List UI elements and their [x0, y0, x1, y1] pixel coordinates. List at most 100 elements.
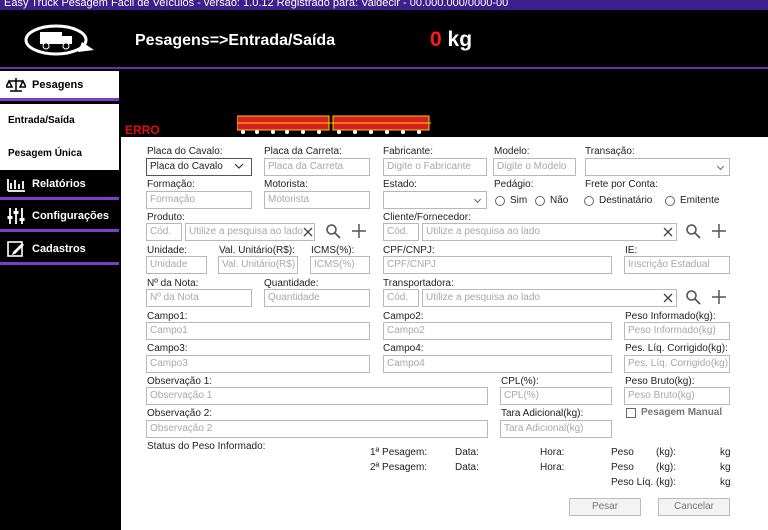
search-icon[interactable] — [685, 223, 701, 239]
sidebar-item-entrada-saida[interactable]: Entrada/Saída — [0, 104, 119, 137]
fabricante-input[interactable]: Digite o Fabricante — [383, 158, 487, 176]
sidebar-item-relatorios[interactable]: Relatórios — [0, 170, 119, 200]
pes-liq-corrigido-input[interactable]: Pes. Líq. Corrigido(kg) — [624, 355, 730, 373]
pesagem1-hora-label: Hora: — [540, 447, 565, 458]
placa-carreta-input[interactable]: Placa da Carreta — [264, 158, 370, 176]
tara-adicional-label: Tara Adicional(kg): — [501, 408, 584, 419]
formacao-input[interactable]: Formação — [146, 191, 252, 209]
campo4-label: Campo4: — [383, 343, 424, 354]
clear-icon[interactable] — [660, 290, 676, 306]
frete-emitente-radio[interactable] — [665, 196, 675, 206]
scale-visual: ERRO — [121, 71, 768, 137]
pesagem1-label: 1ª Pesagem: — [370, 447, 428, 458]
placa-cavalo-label: Placa do Cavalo: — [147, 146, 223, 157]
transportadora-cod-input[interactable]: Cód. — [383, 289, 419, 307]
nota-label: Nº da Nota: — [147, 278, 199, 289]
pesagem-manual-label: Pesagem Manual — [641, 407, 723, 418]
ie-input[interactable]: Inscrição Estadual — [624, 256, 730, 274]
pesagem1-peso-label: Peso — [611, 447, 634, 458]
produto-label: Produto: — [147, 212, 185, 223]
peso-informado-input[interactable]: Peso Informado(kg) — [624, 322, 730, 340]
peso-informado-label: Peso Informado(kg): — [625, 311, 716, 322]
edit-icon — [7, 240, 24, 257]
page-title: Pesagens=>Entrada/Saída — [135, 32, 336, 49]
transportadora-search-input[interactable]: Utilize a pesquisa ao lado — [422, 289, 677, 307]
frete-destinatario-radio[interactable] — [584, 196, 594, 206]
sidebar-item-cadastros[interactable]: Cadastros — [0, 235, 119, 265]
pesagem2-kg-label: (kg): — [656, 462, 676, 473]
add-icon[interactable] — [711, 289, 727, 305]
pes-liq-corrigido-label: Pes. Líq. Corrigido(kg): — [625, 343, 728, 354]
pedagio-nao-radio[interactable] — [535, 196, 545, 206]
clear-icon[interactable] — [300, 224, 316, 240]
modelo-label: Modelo: — [494, 146, 530, 157]
cpl-input[interactable]: CPL(%) — [500, 387, 612, 405]
cliente-cod-input[interactable]: Cód. — [383, 223, 419, 241]
motorista-label: Motorista: — [264, 179, 308, 190]
weight-value: 0 — [430, 28, 442, 51]
pesagem2-label: 2ª Pesagem: — [370, 462, 428, 473]
val-unitario-label: Val. Unitário(R$): — [219, 245, 295, 256]
produto-search-input[interactable]: Utilize a pesquisa ao lado — [185, 223, 315, 241]
scale-status: ERRO — [125, 123, 160, 137]
add-icon[interactable] — [351, 223, 367, 239]
val-unitario-input[interactable]: Val. Unitário(R$) — [218, 256, 298, 274]
cliente-search-input[interactable]: Utilize a pesquisa ao lado — [422, 223, 677, 241]
weight-unit: kg — [447, 28, 473, 51]
peso-liq-label: Peso Líq. — [611, 477, 654, 488]
truck-logo-icon — [24, 24, 94, 56]
peso-bruto-input[interactable]: Peso Bruto(kg) — [624, 387, 730, 405]
campo4-input[interactable]: Campo4 — [383, 355, 612, 373]
peso-liq-kg-unit: kg — [720, 477, 731, 488]
obs1-input[interactable]: Observação 1 — [146, 387, 488, 405]
search-icon[interactable] — [685, 289, 701, 305]
main-panel: ERRO Placa do Cavalo: Placa do Cavalo Pl… — [121, 71, 768, 530]
pedagio-sim-label: Sim — [510, 195, 528, 206]
frete-label: Frete por Conta: — [585, 179, 658, 190]
obs2-input[interactable]: Observação 2 — [146, 420, 488, 438]
cancelar-button[interactable]: Cancelar — [658, 498, 730, 516]
obs1-label: Observação 1: — [147, 376, 213, 387]
sidebar-item-pesagens[interactable]: Pesagens — [0, 71, 119, 101]
produto-cod-input[interactable]: Cód. — [146, 223, 182, 241]
unidade-input[interactable]: Unidade — [146, 256, 207, 274]
status-peso-label: Status do Peso Informado: — [147, 441, 266, 452]
sidebar-item-pesagem-unica[interactable]: Pesagem Única — [0, 137, 119, 170]
modelo-input[interactable]: Digite o Modelo — [493, 158, 576, 176]
cpl-label: CPL(%): — [501, 376, 539, 387]
search-icon[interactable] — [325, 223, 341, 239]
pesar-button[interactable]: Pesar — [569, 498, 641, 516]
clear-icon[interactable] — [660, 224, 676, 240]
pesagem2-peso-label: Peso — [611, 462, 634, 473]
campo2-input[interactable]: Campo2 — [383, 322, 612, 340]
pedagio-sim-radio[interactable] — [495, 196, 505, 206]
campo2-label: Campo2: — [383, 311, 424, 322]
nota-input[interactable]: Nº da Nota — [146, 289, 252, 307]
add-icon[interactable] — [711, 223, 727, 239]
sidebar-item-label: Relatórios — [32, 177, 86, 190]
formacao-label: Formação: — [147, 179, 195, 190]
tara-adicional-input[interactable]: Tara Adicional(kg) — [500, 420, 612, 438]
pesagem1-data-label: Data: — [455, 447, 479, 458]
quantidade-input[interactable]: Quantidade — [264, 289, 370, 307]
obs2-label: Observação 2: — [147, 408, 213, 419]
transacao-select[interactable] — [585, 158, 730, 176]
cpf-cnpj-input[interactable]: CPF/CNPJ — [383, 256, 612, 274]
motorista-input[interactable]: Motorista — [264, 191, 370, 209]
cpf-cnpj-label: CPF/CNPJ: — [383, 245, 435, 256]
pedagio-label: Pedágio: — [494, 179, 534, 190]
scale-icon — [6, 77, 26, 92]
campo1-input[interactable]: Campo1 — [146, 322, 370, 340]
truck-scale-icon — [237, 115, 431, 134]
estado-select[interactable] — [383, 191, 487, 209]
sidebar-item-label: Entrada/Saída — [8, 115, 75, 126]
peso-liq-kg-label: (kg): — [656, 477, 676, 488]
pesagem-manual-checkbox[interactable] — [626, 408, 636, 418]
header: Pesagens=>Entrada/Saída 0 kg — [0, 10, 768, 69]
icms-input[interactable]: ICMS(%) — [310, 256, 370, 274]
quantidade-label: Quantidade: — [264, 278, 319, 289]
sidebar-item-configuracoes[interactable]: Configurações — [0, 202, 119, 232]
sidebar: Pesagens Entrada/Saída Pesagem Única Rel… — [0, 71, 121, 530]
chevron-down-icon — [234, 163, 244, 169]
campo3-input[interactable]: Campo3 — [146, 355, 370, 373]
